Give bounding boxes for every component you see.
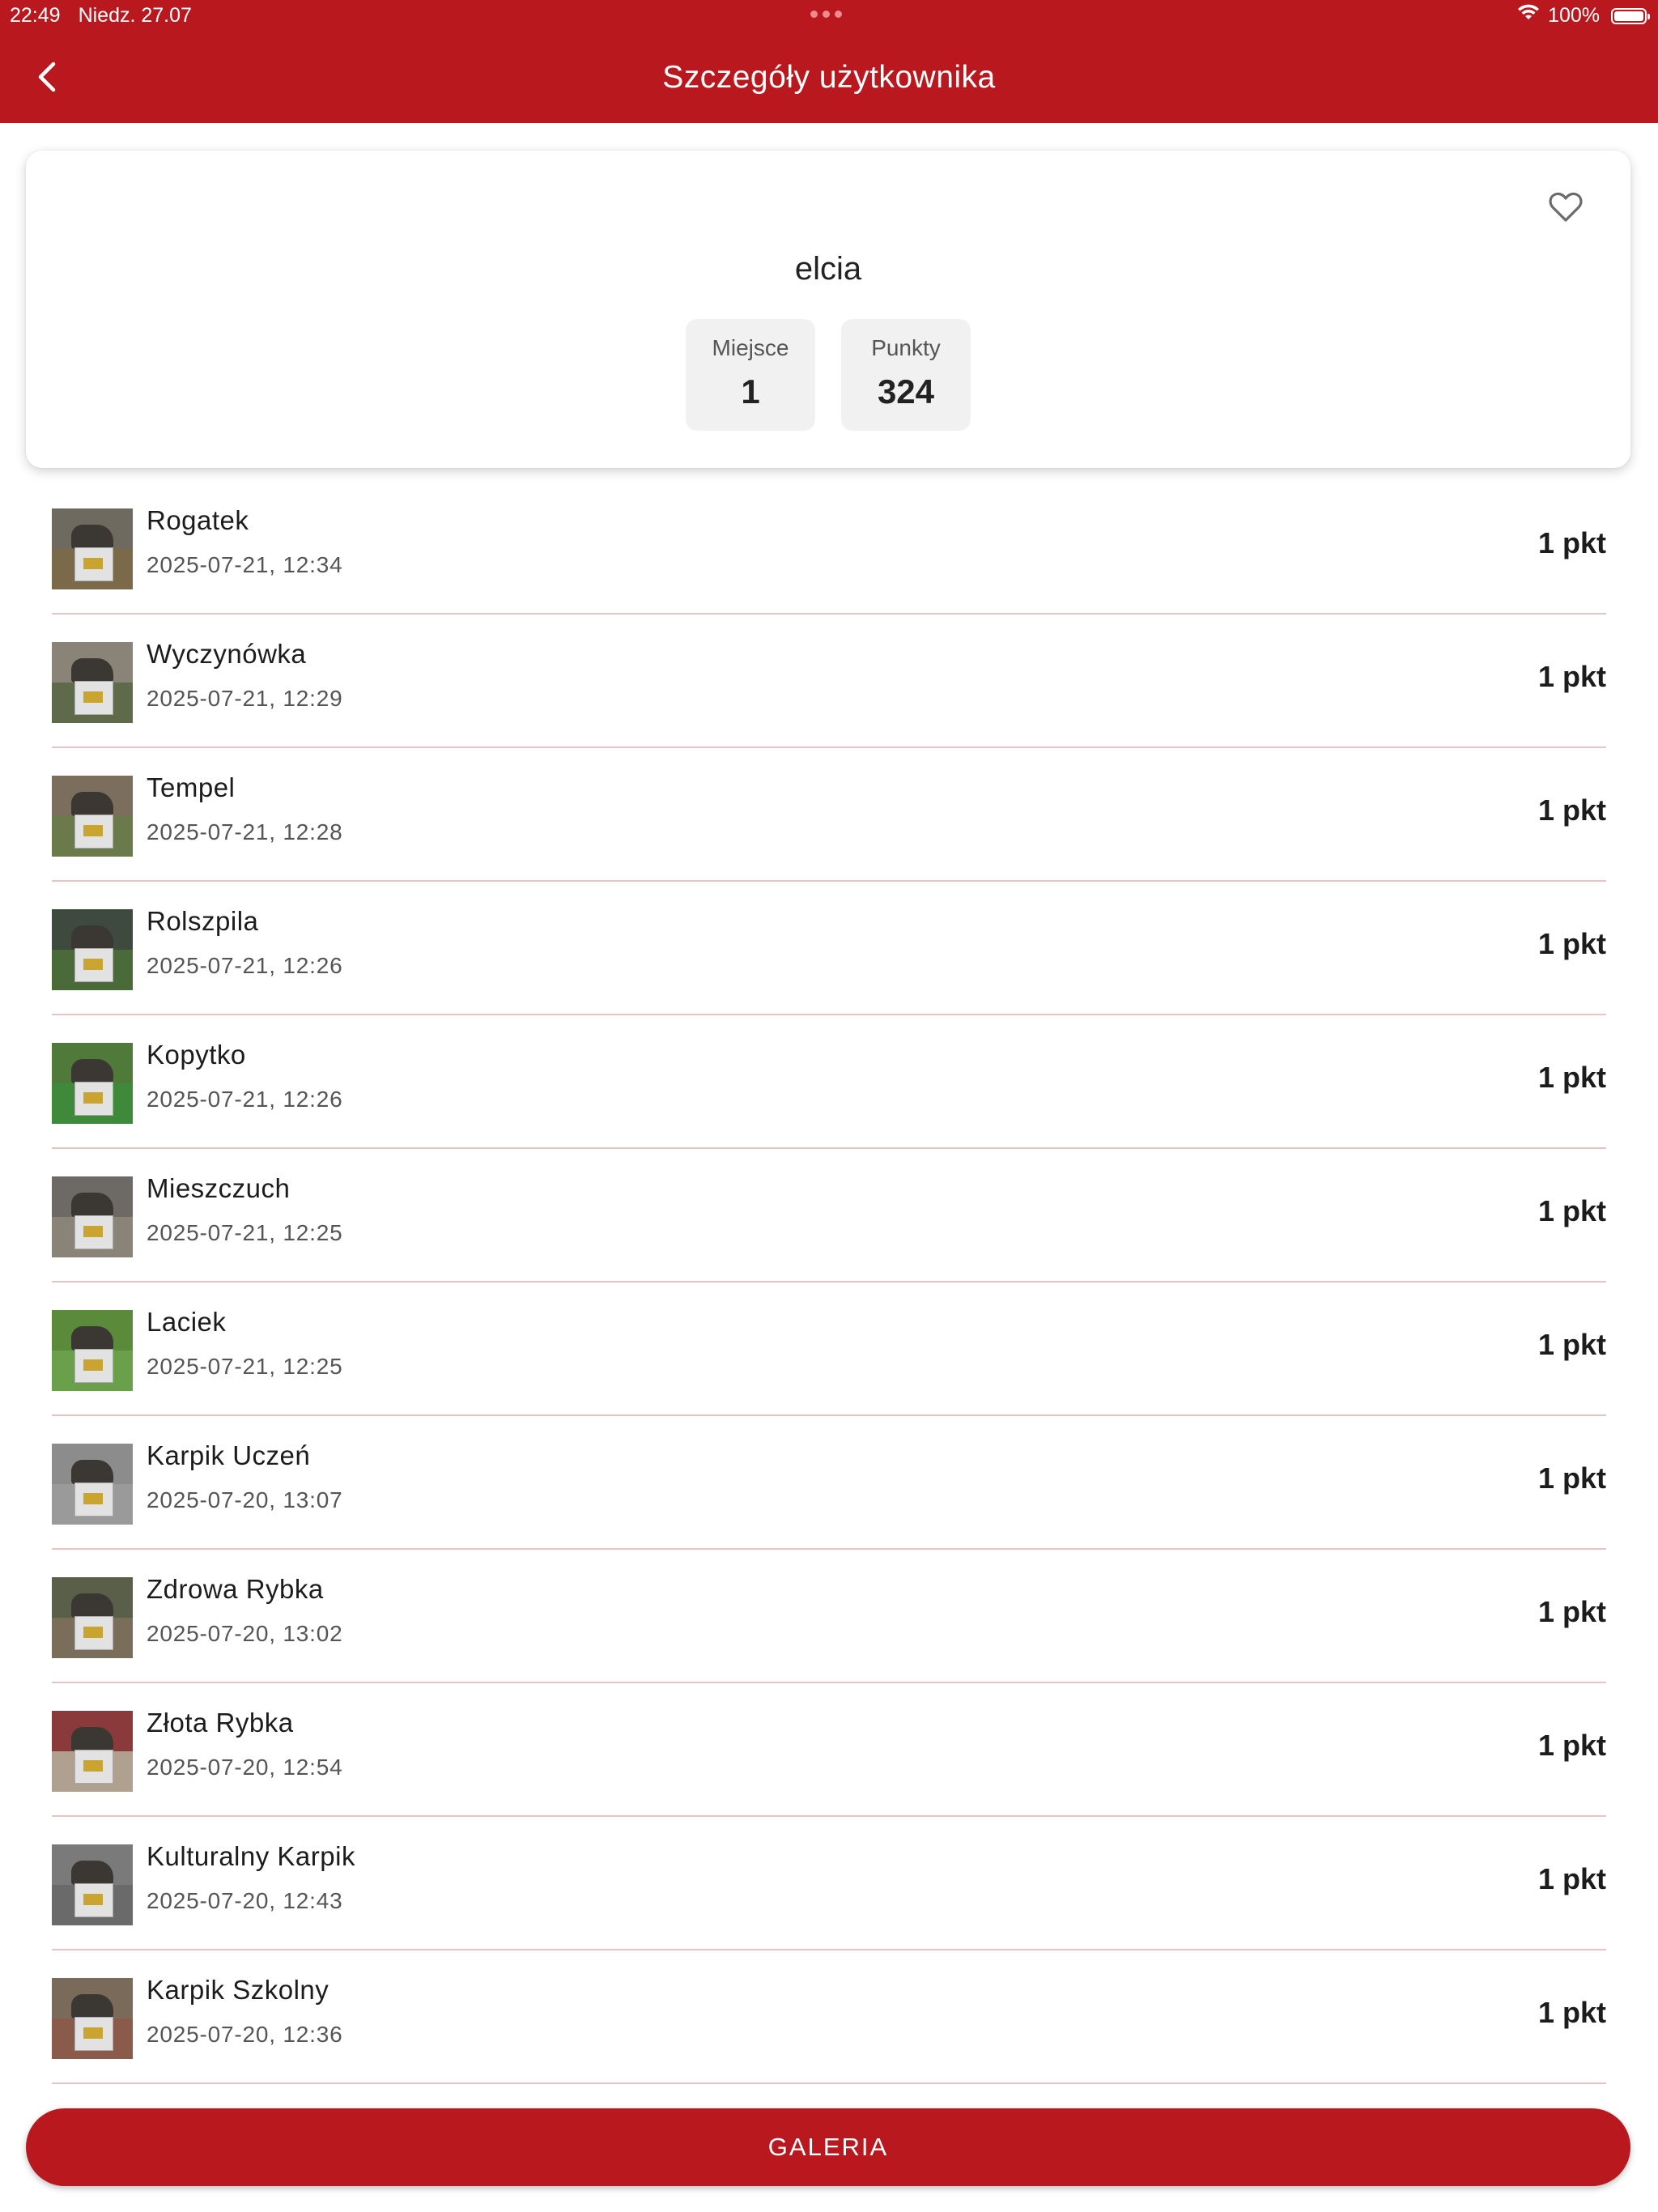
entry-name: Kulturalny Karpik — [147, 1841, 355, 1871]
entries-list: Rogatek 2025-07-21, 12:34 1 pkt Wyczynówka 2… — [52, 481, 1606, 2084]
entry-thumbnail — [52, 508, 133, 589]
multitasking-dots-icon[interactable] — [810, 11, 842, 18]
entry-points: 1 pkt — [1537, 1729, 1606, 1762]
list-item[interactable]: Karpik Szkolny 2025-07-20, 12:36 1 pkt — [52, 1950, 1606, 2084]
stat-points: Punkty 324 — [841, 319, 971, 431]
entry-thumbnail — [52, 909, 133, 990]
stat-rank-label: Miejsce — [712, 335, 789, 360]
entry-points: 1 pkt — [1537, 1595, 1606, 1628]
entry-thumbnail — [52, 1711, 133, 1792]
battery-percent: 100% — [1548, 4, 1600, 27]
entry-thumbnail — [52, 1176, 133, 1257]
stat-points-label: Punkty — [871, 335, 941, 360]
entry-date: 2025-07-20, 12:54 — [147, 1755, 343, 1780]
gallery-button[interactable]: GALERIA — [26, 2108, 1630, 2186]
entry-points: 1 pkt — [1537, 793, 1606, 827]
status-bar: 22:49 Niedz. 27.07 100% — [0, 0, 1658, 32]
list-item[interactable]: Złota Rybka 2025-07-20, 12:54 1 pkt — [52, 1683, 1606, 1817]
favorite-button[interactable] — [1546, 188, 1585, 227]
username: elcia — [794, 251, 862, 287]
entry-date: 2025-07-21, 12:34 — [147, 552, 343, 577]
status-date: Niedz. 27.07 — [78, 4, 192, 27]
entry-name: Mieszczuch — [147, 1173, 291, 1203]
list-item[interactable]: Rogatek 2025-07-21, 12:34 1 pkt — [52, 481, 1606, 615]
entry-points: 1 pkt — [1537, 1194, 1606, 1227]
entry-points: 1 pkt — [1537, 1061, 1606, 1094]
stats-row: Miejsce 1 Punkty 324 — [26, 319, 1630, 431]
list-item[interactable]: Kopytko 2025-07-21, 12:26 1 pkt — [52, 1015, 1606, 1149]
entry-date: 2025-07-20, 12:36 — [147, 2022, 343, 2047]
list-item[interactable]: Wyczynówka 2025-07-21, 12:29 1 pkt — [52, 615, 1606, 748]
entry-date: 2025-07-21, 12:25 — [147, 1354, 343, 1379]
entry-name: Karpik Szkolny — [147, 1975, 329, 2005]
stat-rank: Miejsce 1 — [686, 319, 815, 431]
entry-name: Złota Rybka — [147, 1708, 294, 1738]
entry-name: Tempel — [147, 772, 236, 802]
list-item[interactable]: Tempel 2025-07-21, 12:28 1 pkt — [52, 748, 1606, 882]
entry-name: Wyczynówka — [147, 639, 307, 669]
entry-thumbnail — [52, 1577, 133, 1658]
heart-outline-icon — [1549, 192, 1583, 222]
entry-points: 1 pkt — [1537, 1328, 1606, 1361]
entry-points: 1 pkt — [1537, 660, 1606, 693]
entry-points: 1 pkt — [1537, 1862, 1606, 1895]
entry-points: 1 pkt — [1537, 1996, 1606, 2029]
list-item[interactable]: Zdrowa Rybka 2025-07-20, 13:02 1 pkt — [52, 1550, 1606, 1683]
entry-name: Rogatek — [147, 505, 249, 535]
entry-thumbnail — [52, 1310, 133, 1391]
entry-date: 2025-07-21, 12:28 — [147, 819, 343, 844]
entry-thumbnail — [52, 1444, 133, 1525]
entry-points: 1 pkt — [1537, 927, 1606, 960]
stat-rank-value: 1 — [741, 372, 760, 410]
entry-thumbnail — [52, 642, 133, 723]
list-item[interactable]: Karpik Uczeń 2025-07-20, 13:07 1 pkt — [52, 1416, 1606, 1550]
status-bar-left: 22:49 Niedz. 27.07 — [10, 4, 192, 28]
entry-date: 2025-07-20, 12:43 — [147, 1888, 343, 1913]
entry-date: 2025-07-21, 12:25 — [147, 1220, 343, 1245]
entry-thumbnail — [52, 1844, 133, 1925]
entry-date: 2025-07-20, 13:02 — [147, 1621, 343, 1646]
profile-card: elcia Miejsce 1 Punkty 324 — [26, 151, 1630, 468]
entry-name: Laciek — [147, 1307, 227, 1337]
status-bar-right: 100% — [1517, 4, 1650, 28]
entry-points: 1 pkt — [1537, 1461, 1606, 1495]
entry-name: Karpik Uczeń — [147, 1440, 311, 1470]
status-time: 22:49 — [10, 4, 61, 27]
entry-name: Zdrowa Rybka — [147, 1574, 324, 1604]
list-item[interactable]: Laciek 2025-07-21, 12:25 1 pkt — [52, 1283, 1606, 1416]
app-bar: Szczegóły użytkownika — [0, 32, 1658, 123]
wifi-icon — [1517, 4, 1540, 28]
entry-name: Rolszpila — [147, 906, 259, 936]
entry-date: 2025-07-21, 12:26 — [147, 953, 343, 978]
list-item[interactable]: Mieszczuch 2025-07-21, 12:25 1 pkt — [52, 1149, 1606, 1283]
list-item[interactable]: Kulturalny Karpik 2025-07-20, 12:43 1 pkt — [52, 1817, 1606, 1950]
entry-thumbnail — [52, 1043, 133, 1124]
list-item[interactable]: Rolszpila 2025-07-21, 12:26 1 pkt — [52, 882, 1606, 1015]
entry-thumbnail — [52, 1978, 133, 2059]
stat-points-value: 324 — [877, 372, 935, 410]
entry-date: 2025-07-20, 13:07 — [147, 1487, 343, 1512]
entry-points: 1 pkt — [1537, 526, 1606, 559]
battery-icon — [1611, 7, 1650, 24]
page-title: Szczegóły użytkownika — [662, 60, 996, 95]
entry-name: Kopytko — [147, 1040, 246, 1070]
entry-date: 2025-07-21, 12:26 — [147, 1087, 343, 1112]
entry-date: 2025-07-21, 12:29 — [147, 686, 343, 711]
entry-thumbnail — [52, 776, 133, 857]
